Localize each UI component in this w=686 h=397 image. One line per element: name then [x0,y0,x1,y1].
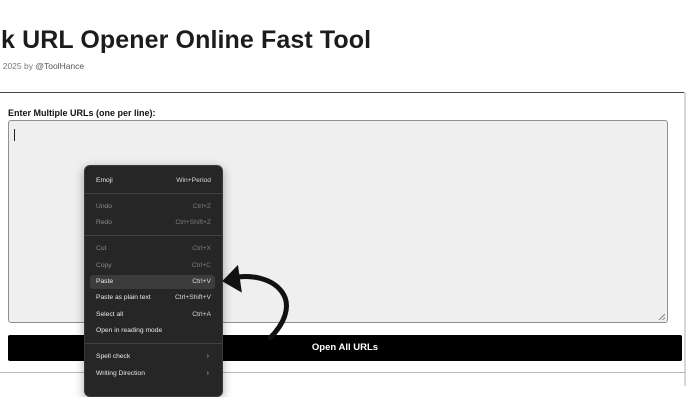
menu-item-undo[interactable]: Undo Ctrl+Z [90,200,215,214]
menu-separator [85,235,222,236]
menu-item-shortcut: Ctrl+C [191,262,211,269]
menu-item-label: Undo [96,203,112,210]
menu-item-label: Paste as plain text [96,294,151,301]
menu-item-label: Open in reading mode [96,327,163,334]
menu-item-cut[interactable]: Cut Ctrl+X [90,242,215,256]
menu-separator [85,193,222,194]
context-menu: Emoji Win+Period Undo Ctrl+Z Redo Ctrl+S… [84,165,223,397]
menu-item-writing-direction[interactable]: Writing Direction › [90,367,215,381]
menu-item-copy[interactable]: Copy Ctrl+C [90,259,215,273]
curved-arrow-icon [222,264,289,340]
menu-item-paste-plain[interactable]: Paste as plain text Ctrl+Shift+V [90,291,215,305]
urls-label: Enter Multiple URLs (one per line): [8,108,156,118]
menu-item-shortcut: Ctrl+V [192,278,211,285]
byline-date: , 2025 by [0,61,36,71]
menu-item-emoji[interactable]: Emoji Win+Period [90,174,215,188]
menu-item-shortcut: Ctrl+A [192,311,211,318]
menu-item-redo[interactable]: Redo Ctrl+Shift+Z [90,216,215,230]
menu-item-label: Spell check [96,353,131,360]
menu-item-label: Redo [96,219,112,226]
menu-item-spell-check[interactable]: Spell check › [90,350,215,364]
menu-item-label: Copy [96,262,112,269]
header-divider [0,92,686,93]
menu-item-shortcut: Win+Period [176,177,211,184]
page-title: lk URL Opener Online Fast Tool [0,26,372,54]
menu-item-shortcut: Ctrl+Z [192,203,211,210]
menu-item-label: Emoji [96,177,113,184]
menu-item-label: Writing Direction [96,370,145,377]
menu-item-label: Paste [96,278,114,285]
menu-item-shortcut: Ctrl+Shift+Z [175,219,211,226]
menu-item-reading-mode[interactable]: Open in reading mode [90,324,215,338]
menu-item-shortcut: Ctrl+X [192,245,211,252]
resize-handle[interactable] [659,314,665,320]
menu-item-select-all[interactable]: Select all Ctrl+A [90,308,215,322]
chevron-right-icon: › [206,353,209,360]
menu-item-label: Select all [96,311,124,318]
menu-item-label: Cut [96,245,107,252]
byline: , 2025 by @ToolHance [0,61,84,71]
menu-item-shortcut: Ctrl+Shift+V [174,294,211,301]
menu-item-paste[interactable]: Paste Ctrl+V [90,275,215,289]
chevron-right-icon: › [206,370,209,377]
byline-author-link[interactable]: @ToolHance [35,61,84,71]
text-caret [14,129,15,141]
menu-separator [85,343,222,344]
